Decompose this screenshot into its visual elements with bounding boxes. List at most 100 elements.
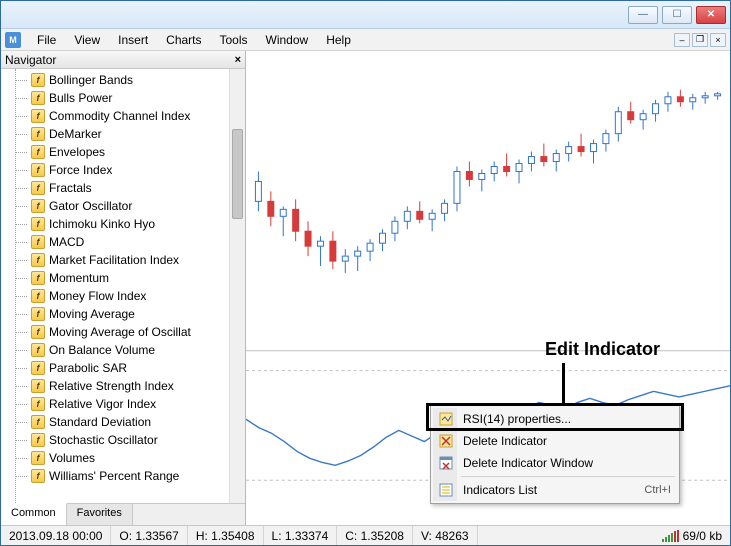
app-window: — ☐ ✕ M File View Insert Charts Tools Wi… (0, 0, 731, 546)
indicator-label: DeMarker (49, 127, 102, 141)
indicator-item[interactable]: f Parabolic SAR (1, 359, 245, 377)
indicator-label: Relative Vigor Index (49, 397, 156, 411)
ctx-delete-indicator[interactable]: Delete Indicator (433, 430, 677, 452)
function-icon: f (31, 217, 45, 231)
ctx-indicators-list[interactable]: Indicators List Ctrl+I (433, 479, 677, 501)
menu-view[interactable]: View (66, 31, 108, 49)
navigator-panel: Navigator × fBollinger BandsfBulls Power… (1, 51, 246, 525)
properties-icon (438, 411, 454, 427)
indicator-item[interactable]: f Force Index (1, 161, 245, 179)
indicator-label: Stochastic Oscillator (49, 433, 158, 447)
function-icon: f (31, 361, 45, 375)
function-icon: f (31, 397, 45, 411)
indicator-label: MACD (49, 235, 84, 249)
status-net: 69/0 kb (683, 529, 722, 543)
context-menu: RSI(14) properties... Delete Indicator D… (430, 405, 680, 504)
ctx-separator (461, 476, 675, 477)
function-icon: f (31, 451, 45, 465)
indicator-item[interactable]: f Fractals (1, 179, 245, 197)
indicator-item[interactable]: f On Balance Volume (1, 341, 245, 359)
function-icon: f (31, 127, 45, 141)
indicator-item[interactable]: fRelative Strength Index (1, 377, 245, 395)
ctx-properties[interactable]: RSI(14) properties... (433, 408, 677, 430)
menu-tools[interactable]: Tools (212, 31, 256, 49)
status-connection: 69/0 kb (654, 526, 730, 545)
function-icon: f (31, 109, 45, 123)
indicator-label: On Balance Volume (49, 343, 155, 357)
function-icon: f (31, 469, 45, 483)
indicator-item[interactable]: f DeMarker (1, 125, 245, 143)
function-icon: f (31, 343, 45, 357)
maximize-button[interactable]: ☐ (662, 6, 692, 24)
status-datetime: 2013.09.18 00:00 (1, 526, 111, 545)
function-icon: f (31, 271, 45, 285)
function-icon: f (31, 289, 45, 303)
status-high: H: 1.35408 (188, 526, 264, 545)
navigator-scroll-thumb[interactable] (232, 129, 243, 219)
titlebar: — ☐ ✕ (1, 1, 730, 29)
function-icon: f (31, 73, 45, 87)
menu-insert[interactable]: Insert (110, 31, 156, 49)
ctx-indicators-list-label: Indicators List (463, 483, 537, 497)
ctx-indicators-shortcut: Ctrl+I (644, 484, 677, 496)
status-close: C: 1.35208 (337, 526, 413, 545)
indicator-item[interactable]: f Envelopes (1, 143, 245, 161)
indicator-item[interactable]: f Relative Vigor Index (1, 395, 245, 413)
indicator-item[interactable]: f Stochastic Oscillator (1, 431, 245, 449)
navigator-close-icon[interactable]: × (235, 54, 241, 66)
indicator-item[interactable]: fMACD (1, 233, 245, 251)
function-icon: f (31, 433, 45, 447)
indicator-item[interactable]: f Standard Deviation (1, 413, 245, 431)
mdi-minimize-button[interactable]: – (674, 33, 690, 47)
tab-favorites[interactable]: Favorites (67, 504, 133, 525)
indicator-item[interactable]: fVolumes (1, 449, 245, 467)
ctx-properties-label: RSI(14) properties... (463, 412, 571, 426)
chart-area[interactable]: Edit Indicator RSI(14) properties... Del… (246, 51, 730, 525)
indicator-item[interactable]: f Gator Oscillator (1, 197, 245, 215)
mdi-controls: – ❐ × (674, 33, 726, 47)
indicator-item[interactable]: f Bollinger Bands (1, 71, 245, 89)
function-icon: f (31, 199, 45, 213)
indicator-label: Force Index (49, 163, 112, 177)
tab-common[interactable]: Common (1, 503, 67, 525)
indicator-item[interactable]: f Williams' Percent Range (1, 467, 245, 485)
indicator-label: Williams' Percent Range (49, 469, 179, 483)
function-icon: f (31, 163, 45, 177)
indicator-item[interactable]: fMoving Average of Oscillat (1, 323, 245, 341)
indicator-item[interactable]: fMoving Average (1, 305, 245, 323)
indicator-label: Gator Oscillator (49, 199, 132, 213)
indicator-label: Bollinger Bands (49, 73, 133, 87)
menu-charts[interactable]: Charts (158, 31, 209, 49)
function-icon: f (31, 415, 45, 429)
indicator-label: Fractals (49, 181, 92, 195)
app-icon: M (5, 32, 21, 48)
annotation-line (562, 363, 565, 409)
delete-icon (438, 433, 454, 449)
ctx-delete-window[interactable]: Delete Indicator Window (433, 452, 677, 474)
delete-window-icon (438, 455, 454, 471)
indicator-item[interactable]: fBulls Power (1, 89, 245, 107)
navigator-scrollbar[interactable] (229, 69, 245, 503)
menu-window[interactable]: Window (258, 31, 317, 49)
menu-help[interactable]: Help (318, 31, 359, 49)
indicator-item[interactable]: f Ichimoku Kinko Hyo (1, 215, 245, 233)
indicator-label: Parabolic SAR (49, 361, 127, 375)
indicator-label: Standard Deviation (49, 415, 151, 429)
function-icon: f (31, 145, 45, 159)
indicator-item[interactable]: fMarket Facilitation Index (1, 251, 245, 269)
indicator-label: Momentum (49, 271, 109, 285)
indicator-label: Money Flow Index (49, 289, 146, 303)
status-vol: V: 48263 (413, 526, 478, 545)
indicator-item[interactable]: fCommodity Channel Index (1, 107, 245, 125)
mdi-restore-button[interactable]: ❐ (692, 33, 708, 47)
navigator-tree: f Bollinger Bands fBulls PowerfCommodity C… (1, 69, 245, 503)
function-icon: f (31, 181, 45, 195)
indicator-label: Envelopes (49, 145, 105, 159)
minimize-button[interactable]: — (628, 6, 658, 24)
menu-file[interactable]: File (29, 31, 64, 49)
indicator-item[interactable]: f Momentum (1, 269, 245, 287)
indicator-item[interactable]: f Money Flow Index (1, 287, 245, 305)
indicator-label: Ichimoku Kinko Hyo (49, 217, 155, 231)
mdi-close-button[interactable]: × (710, 33, 726, 47)
close-button[interactable]: ✕ (696, 6, 726, 24)
